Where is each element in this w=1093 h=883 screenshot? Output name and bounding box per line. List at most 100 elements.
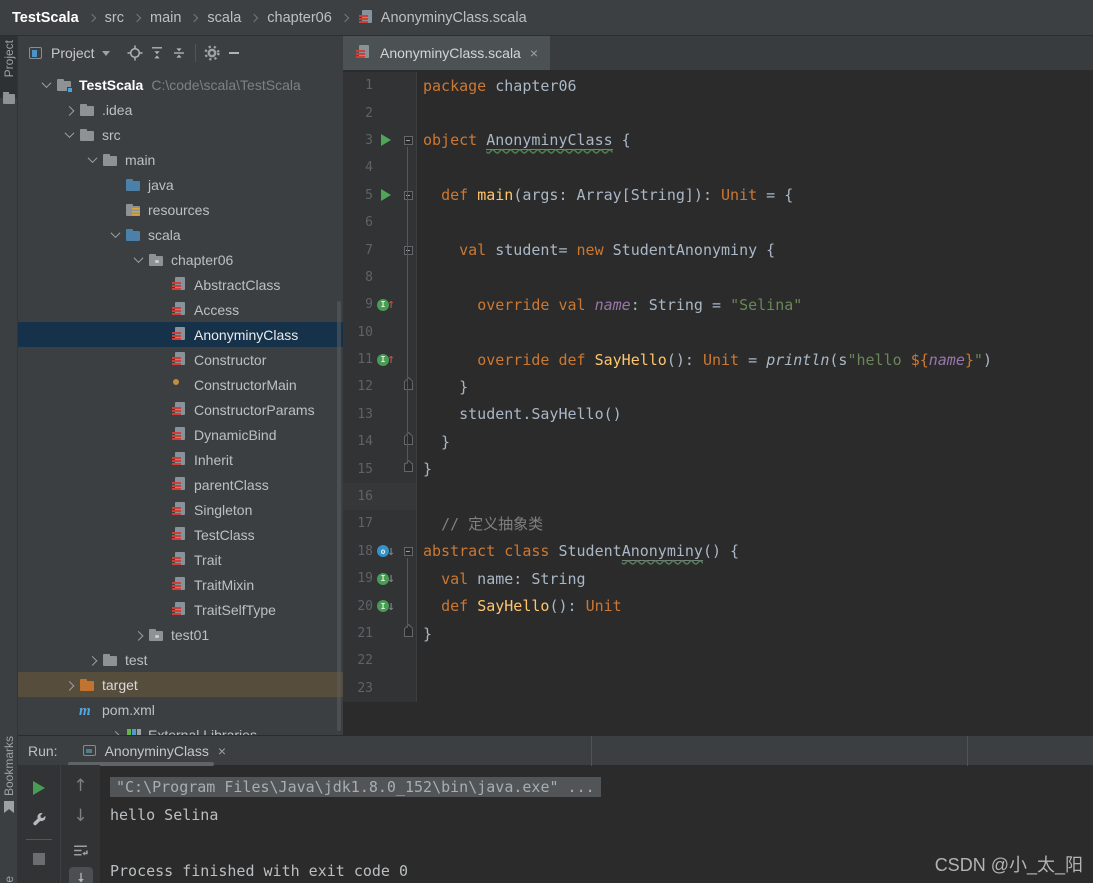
chevron-down-icon[interactable] (59, 122, 79, 147)
editor-line-5[interactable]: 5 def main(args: Array[String]): Unit = … (343, 181, 1093, 209)
tree-item-.idea[interactable]: .idea (18, 97, 343, 122)
tree-item-Access[interactable]: Access (18, 297, 343, 322)
fold-start-icon[interactable] (399, 135, 417, 145)
chevron-down-icon[interactable] (105, 222, 125, 247)
tree-item-main[interactable]: main (18, 147, 343, 172)
editor-line-10[interactable]: 10 (343, 318, 1093, 346)
code-text[interactable]: package chapter06 (417, 77, 1093, 95)
rerun-button[interactable] (26, 775, 52, 801)
code-text[interactable]: val student= new StudentAnonyminy { (417, 241, 1093, 259)
editor-line-3[interactable]: 3 object AnonyminyClass { (343, 126, 1093, 155)
tree-item-TraitMixin[interactable]: TraitMixin (18, 572, 343, 597)
project-tree-scrollbar[interactable] (337, 301, 341, 731)
tree-item-ConstructorParams[interactable]: ConstructorParams (18, 397, 343, 422)
code-text[interactable]: object AnonyminyClass { (417, 131, 1093, 151)
tree-item-TestClass[interactable]: TestClass (18, 522, 343, 547)
code-text[interactable]: // 定义抽象类 (417, 513, 1093, 534)
arrow-down-icon[interactable]: ↓ (68, 803, 94, 829)
editor-line-17[interactable]: 17 // 定义抽象类 (343, 510, 1093, 538)
tree-item-AbstractClass[interactable]: AbstractClass (18, 272, 343, 297)
tree-item-test[interactable]: test (18, 647, 343, 672)
close-icon[interactable]: × (530, 45, 538, 61)
tree-item-Singleton[interactable]: Singleton (18, 497, 343, 522)
chevron-down-icon[interactable] (101, 50, 110, 56)
stop-button[interactable] (26, 846, 52, 872)
fold-start-icon[interactable] (399, 546, 417, 556)
tool-button-bookmarks[interactable]: Bookmarks (2, 736, 16, 796)
breadcrumb-item-TestScala[interactable]: TestScala (12, 10, 79, 26)
fold-end-icon[interactable] (399, 435, 417, 445)
editor-line-11[interactable]: 11 I ↑ override def SayHello(): Unit = pri… (343, 345, 1093, 374)
tree-item-TraitSelfType[interactable]: TraitSelfType (18, 597, 343, 622)
chevron-right-icon[interactable] (82, 647, 102, 672)
breadcrumb-item-scala[interactable]: scala (207, 10, 241, 26)
fold-start-icon[interactable] (399, 190, 417, 200)
code-text[interactable]: } (417, 433, 1093, 451)
tree-item-java[interactable]: java (18, 172, 343, 197)
tree-item-test01[interactable]: test01 (18, 622, 343, 647)
code-text[interactable]: } (417, 460, 1093, 478)
arrow-up-icon[interactable]: ↑ (68, 773, 94, 799)
tool-button-structure[interactable]: ucture (2, 876, 16, 883)
scroll-to-end-icon[interactable] (68, 867, 93, 883)
editor-line-2[interactable]: 2 (343, 99, 1093, 127)
implemented-class-gutter-icon[interactable]: o ↓ (373, 544, 399, 559)
run-tab[interactable]: AnonyminyClass × (76, 736, 232, 766)
editor-line-6[interactable]: 6 (343, 208, 1093, 237)
chevron-down-icon[interactable] (82, 147, 102, 172)
tree-item-Constructor[interactable]: Constructor (18, 347, 343, 372)
breadcrumb-item-chapter06[interactable]: chapter06 (267, 10, 332, 26)
expand-all-icon[interactable] (146, 42, 168, 64)
tree-item-scala[interactable]: scala (18, 222, 343, 247)
tree-item-External-Libraries[interactable]: External Libraries (18, 722, 343, 735)
tree-item-resources[interactable]: resources (18, 197, 343, 222)
editor-tab-active[interactable]: AnonyminyClass.scala × (343, 36, 551, 70)
editor-line-4[interactable]: 4 (343, 154, 1093, 182)
collapse-all-icon[interactable] (168, 42, 190, 64)
code-text[interactable]: student.SayHello() (417, 405, 1093, 423)
editor-line-18[interactable]: 18 o ↓ abstract class StudentAnonyminy() { (343, 537, 1093, 566)
chevron-down-icon[interactable] (128, 247, 148, 272)
tree-item-target[interactable]: target (18, 672, 343, 697)
tree-item-ConstructorMain[interactable]: ConstructorMain (18, 372, 343, 397)
editor-line-23[interactable]: 23 (343, 674, 1093, 702)
code-text[interactable]: abstract class StudentAnonyminy() { (417, 542, 1093, 562)
fold-start-icon[interactable] (399, 245, 417, 255)
code-text[interactable]: def main(args: Array[String]): Unit = { (417, 186, 1093, 204)
close-icon[interactable]: × (218, 743, 226, 759)
fold-end-icon[interactable] (399, 380, 417, 390)
editor-line-15[interactable]: 15} (343, 455, 1093, 483)
breadcrumb-item-main[interactable]: main (150, 10, 181, 26)
fold-end-icon[interactable] (399, 627, 417, 637)
settings-gear-icon[interactable] (201, 42, 223, 64)
editor-line-9[interactable]: 9 I ↑ override val name: String = "Selina" (343, 291, 1093, 319)
chevron-right-icon[interactable] (59, 97, 79, 122)
breadcrumb-file[interactable]: AnonyminyClass.scala (381, 10, 527, 26)
tree-item-AnonyminyClass[interactable]: AnonyminyClass (18, 322, 343, 347)
run-gutter-icon[interactable] (373, 134, 399, 147)
code-text[interactable]: } (417, 625, 1093, 643)
code-editor[interactable]: 1 package chapter06 2 3 object AnonyminyClas… (343, 70, 1093, 735)
chevron-down-icon[interactable] (36, 72, 56, 97)
implemented-member-gutter-icon[interactable]: I ↓ (373, 571, 399, 586)
code-text[interactable]: val name: String (417, 570, 1093, 588)
chevron-right-icon[interactable] (128, 622, 148, 647)
editor-line-8[interactable]: 8 (343, 263, 1093, 292)
code-text[interactable]: override val name: String = "Selina" (417, 296, 1093, 314)
editor-line-20[interactable]: 20 I ↓ def SayHello(): Unit (343, 592, 1093, 620)
editor-line-22[interactable]: 22 (343, 647, 1093, 675)
editor-line-19[interactable]: 19 I ↓ val name: String (343, 565, 1093, 593)
breadcrumb-item-src[interactable]: src (105, 10, 124, 26)
tree-item-src[interactable]: src (18, 122, 343, 147)
overrides-gutter-icon[interactable]: I ↑ (373, 297, 399, 312)
editor-line-1[interactable]: 1 package chapter06 (343, 72, 1093, 100)
run-gutter-icon[interactable] (373, 189, 399, 202)
project-panel-title[interactable]: Project (51, 45, 95, 61)
editor-line-13[interactable]: 13 student.SayHello() (343, 400, 1093, 429)
code-text[interactable]: def SayHello(): Unit (417, 597, 1093, 615)
editor-line-14[interactable]: 14 } (343, 428, 1093, 456)
chevron-right-icon[interactable] (59, 672, 79, 697)
code-text[interactable]: override def SayHello(): Unit = println(… (417, 351, 1093, 369)
tree-item-DynamicBind[interactable]: DynamicBind (18, 422, 343, 447)
run-settings-wrench-icon[interactable] (26, 807, 52, 833)
